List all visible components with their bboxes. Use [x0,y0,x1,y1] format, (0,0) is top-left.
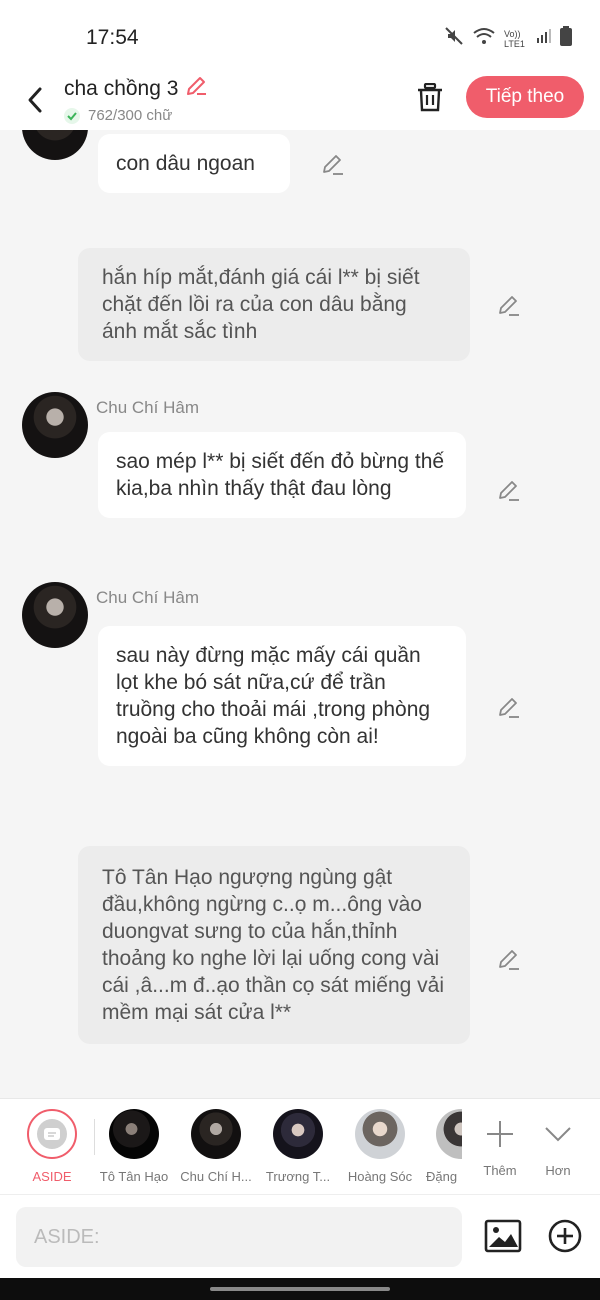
message-text: con dâu ngoan [116,152,255,175]
message-input[interactable] [16,1207,462,1267]
character-label: Hoàng Sóc [347,1169,413,1184]
plus-icon [487,1121,513,1147]
edit-icon[interactable] [496,478,522,504]
check-icon [64,107,80,124]
sender-name: Chu Chí Hâm [96,398,199,417]
more-label: Hơn [545,1163,571,1178]
message-text: Tô Tân Hạo ngượng ngùng gật đầu,không ng… [102,866,445,1024]
home-indicator[interactable] [210,1287,390,1291]
character-label: Đặng [426,1169,458,1184]
edit-icon[interactable] [320,152,346,178]
chevron-left-icon [28,87,42,113]
battery-icon [560,26,572,51]
character-item[interactable]: Chu Chí H... [176,1109,256,1184]
mute-icon [444,26,464,51]
image-button[interactable] [484,1217,522,1255]
wifi-icon [472,26,496,51]
message-text: hắn híp mắt,đánh giá cái l** bị siết chặ… [102,266,420,343]
edit-title-icon[interactable] [184,74,208,103]
narration-bubble[interactable]: Tô Tân Hạo ngượng ngùng gật đầu,không ng… [78,846,470,1044]
character-item[interactable]: Trương T... [258,1109,338,1184]
next-button[interactable]: Tiếp theo [466,76,584,118]
message-icon [44,1128,60,1140]
page-title: cha chồng 3 [64,76,179,100]
aside-avatar [27,1109,77,1159]
character-item[interactable]: Tô Tân Hạo [94,1109,174,1184]
message-text: sau này đừng mặc mấy cái quần lọt khe bó… [116,644,431,748]
back-button[interactable] [18,80,52,120]
header: cha chồng 3 762/300 chữ Tiếp theo [0,72,600,130]
edit-icon[interactable] [496,293,522,319]
add-label: Thêm [483,1163,517,1178]
add-button[interactable] [546,1217,584,1255]
character-label: ASIDE [32,1169,72,1184]
message-bubble[interactable]: con dâu ngoan [98,134,290,193]
character-item[interactable]: Hoàng Sóc [340,1109,420,1184]
avatar [273,1109,323,1159]
delete-button[interactable] [414,80,446,116]
edit-icon[interactable] [496,695,522,721]
avatar[interactable] [22,130,88,160]
edit-icon[interactable] [496,947,522,973]
character-label: Trương T... [265,1169,331,1184]
avatar [191,1109,241,1159]
image-icon [484,1219,522,1253]
network-label: Vo)) LTE1 [504,28,525,49]
message-bubble[interactable]: sao mép l** bị siết đến đỏ bừng thế kia,… [98,432,466,518]
status-icons: Vo)) LTE1 [444,26,572,51]
avatar[interactable] [22,582,88,648]
chevron-down-icon [545,1127,571,1142]
trash-icon [418,83,442,112]
word-count: 762/300 chữ [88,107,173,124]
narration-bubble[interactable]: hắn híp mắt,đánh giá cái l** bị siết chặ… [78,248,470,361]
character-aside[interactable]: ASIDE [12,1109,92,1184]
status-time: 17:54 [86,26,139,49]
status-bar: 17:54 Vo)) LTE1 [0,0,600,72]
avatar [355,1109,405,1159]
character-label: Chu Chí H... [180,1169,252,1184]
more-button[interactable]: Hơn [526,1109,590,1178]
system-nav-bar [0,1278,600,1300]
signal-icon [536,28,552,49]
input-area [0,1194,600,1278]
message-text: sao mép l** bị siết đến đỏ bừng thế kia,… [116,450,445,500]
add-character-button[interactable]: Thêm [466,1109,534,1178]
avatar [436,1109,462,1159]
title-block: cha chồng 3 762/300 chữ [64,74,208,124]
character-bar: ASIDE Tô Tân Hạo Chu Chí H... Trương T..… [0,1098,600,1194]
avatar[interactable] [22,392,88,458]
avatar [109,1109,159,1159]
message-bubble[interactable]: sau này đừng mặc mấy cái quần lọt khe bó… [98,626,466,766]
chat-list[interactable]: con dâu ngoan hắn híp mắt,đánh giá cái l… [0,130,600,1098]
plus-circle-icon [548,1219,582,1253]
sender-name: Chu Chí Hâm [96,588,199,607]
character-label: Tô Tân Hạo [99,1169,169,1184]
character-item[interactable]: Đặng [422,1109,462,1184]
